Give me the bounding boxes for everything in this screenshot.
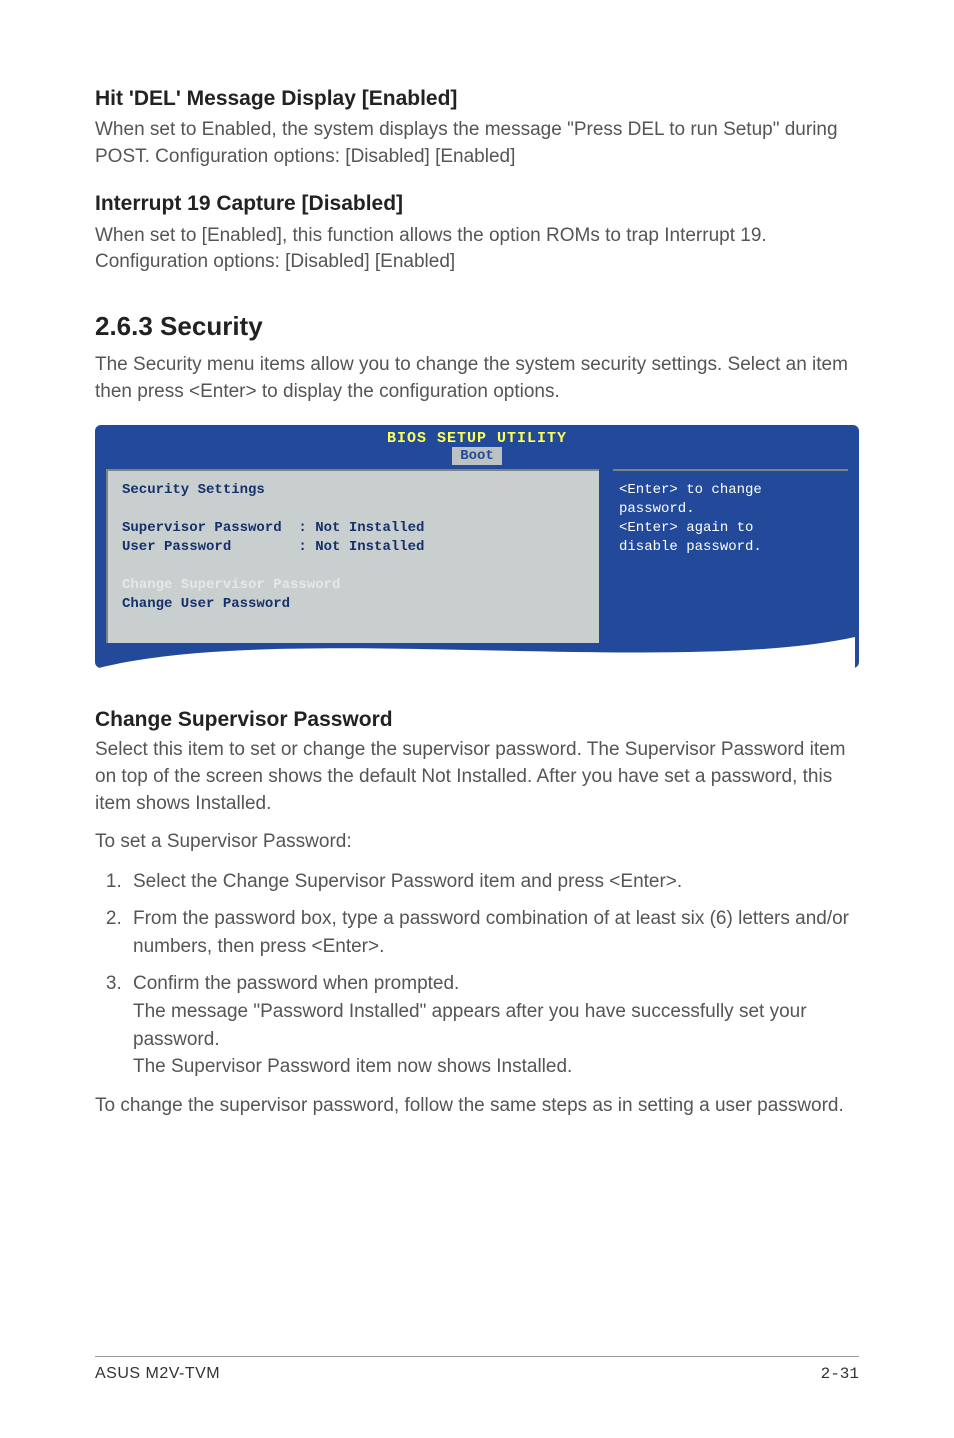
bios-left-title: Security Settings	[122, 482, 265, 498]
text-interrupt-19: When set to [Enabled], this function all…	[95, 223, 859, 276]
step-3c: The Supervisor Password item now shows I…	[133, 1056, 572, 1077]
bios-change-supervisor: Change Supervisor Password	[122, 577, 340, 593]
bios-help-1: <Enter> to change	[619, 482, 762, 498]
footer-product: ASUS M2V-TVM	[95, 1365, 220, 1383]
bios-help-2: password.	[619, 501, 695, 517]
bios-body: Security Settings Supervisor Password : …	[100, 469, 854, 643]
bios-user-status: User Password : Not Installed	[122, 539, 424, 555]
bios-change-user: Change User Password	[122, 596, 290, 612]
heading-change-supervisor: Change Supervisor Password	[95, 708, 859, 732]
bios-help-3: <Enter> again to	[619, 520, 753, 536]
text-csp-p1: Select this item to set or change the su…	[95, 737, 859, 817]
text-csp-p3: To change the supervisor password, follo…	[95, 1093, 859, 1120]
step-3b: The message "Password Installed" appears…	[133, 1001, 807, 1050]
heading-interrupt-19: Interrupt 19 Capture [Disabled]	[95, 190, 859, 217]
text-csp-p2: To set a Supervisor Password:	[95, 829, 859, 856]
bios-left-panel: Security Settings Supervisor Password : …	[106, 469, 599, 643]
bios-right-panel: <Enter> to change password. <Enter> agai…	[613, 469, 848, 643]
bios-help-4: disable password.	[619, 539, 762, 555]
heading-security: 2.6.3 Security	[95, 311, 859, 342]
bios-tab-wrap: Boot	[100, 446, 854, 469]
step-3a: Confirm the password when prompted.	[133, 973, 459, 994]
step-3: Confirm the password when prompted. The …	[127, 970, 859, 1080]
step-1: Select the Change Supervisor Password it…	[127, 868, 859, 896]
text-security-intro: The Security menu items allow you to cha…	[95, 352, 859, 405]
step-2: From the password box, type a password c…	[127, 905, 859, 960]
heading-hit-del: Hit 'DEL' Message Display [Enabled]	[95, 85, 859, 112]
page-footer: ASUS M2V-TVM 2-31	[95, 1356, 859, 1383]
steps-list: Select the Change Supervisor Password it…	[95, 868, 859, 1081]
bios-supervisor-status: Supervisor Password : Not Installed	[122, 520, 424, 536]
footer-page-number: 2-31	[821, 1365, 859, 1383]
text-hit-del: When set to Enabled, the system displays…	[95, 117, 859, 170]
bios-tab-boot: Boot	[452, 447, 502, 465]
bios-screenshot: BIOS SETUP UTILITY Boot Security Setting…	[95, 425, 859, 668]
